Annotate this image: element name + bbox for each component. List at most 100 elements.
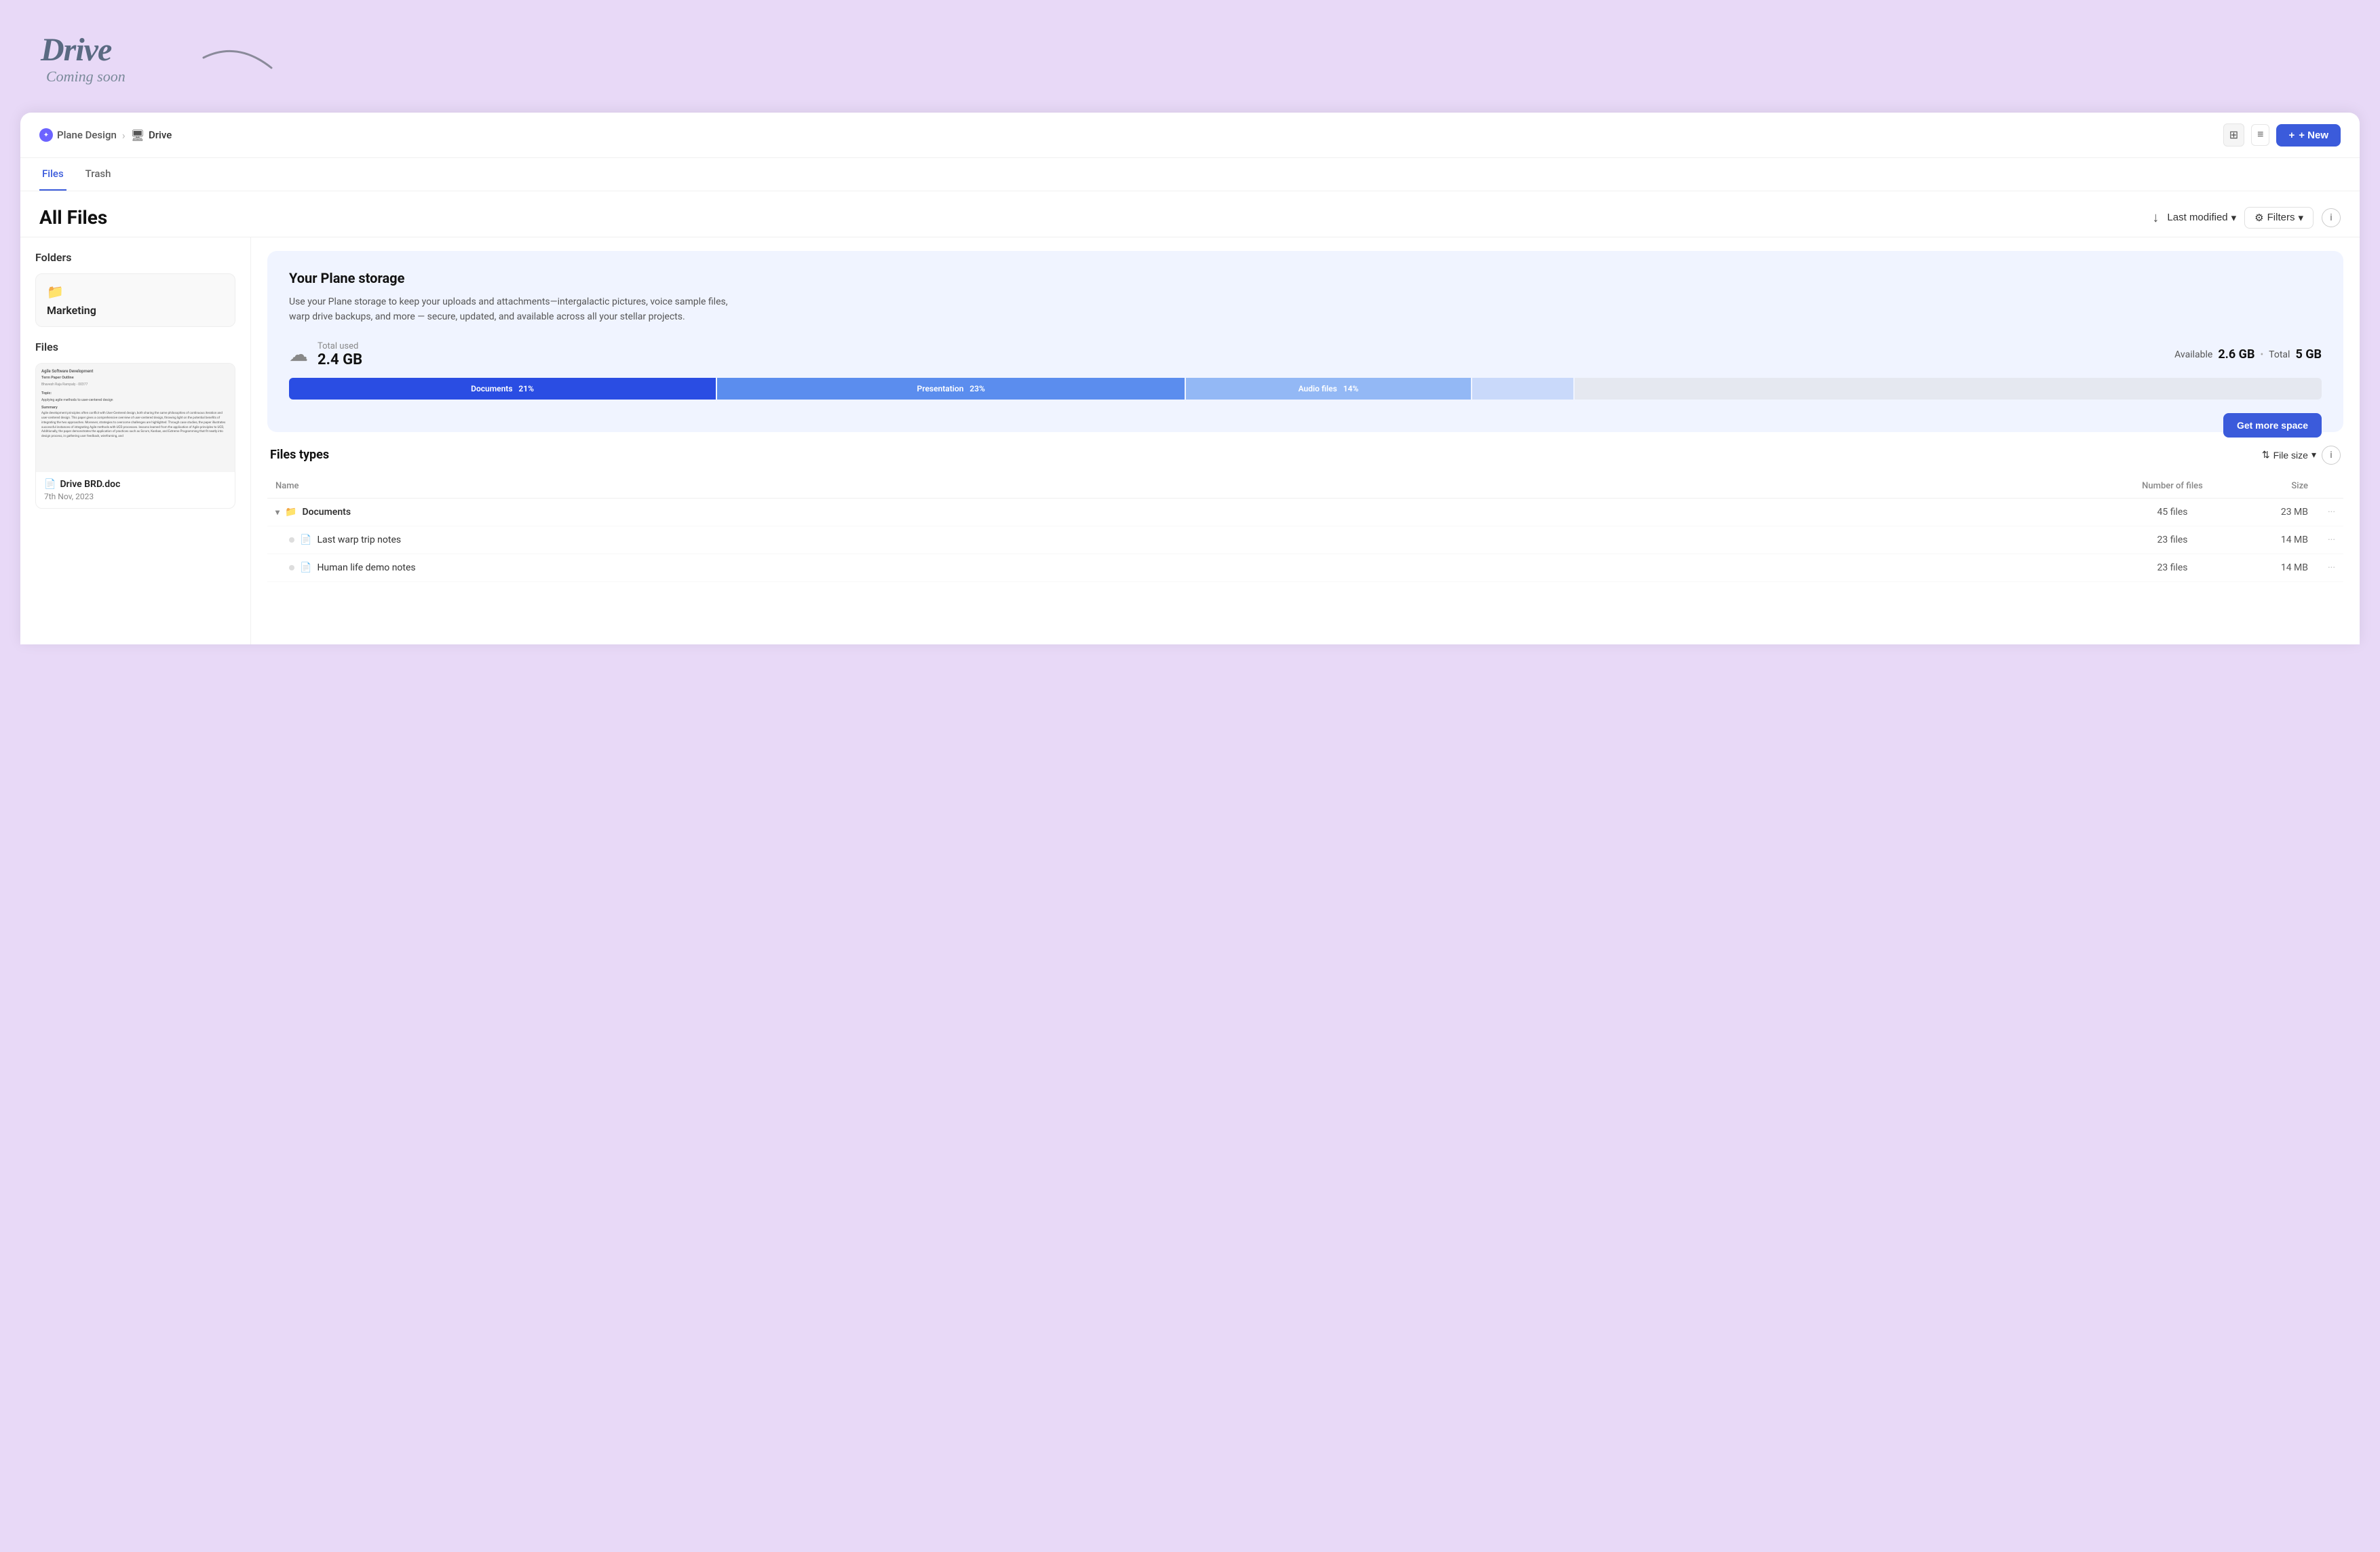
- filters-button[interactable]: ⚙ Filters ▾: [2244, 207, 2314, 229]
- drive-logo: Drive: [41, 34, 126, 66]
- workspace-icon: ✦: [39, 128, 53, 142]
- documents-more-button[interactable]: ···: [2308, 507, 2335, 518]
- table-row-documents[interactable]: ▾ 📁 Documents 45 files 23 MB ···: [267, 499, 2343, 526]
- nav-actions: ⊞ ≡ + + New: [2223, 123, 2341, 147]
- filters-chevron-icon: ▾: [2298, 212, 2303, 224]
- file-size-chevron-icon: ▾: [2311, 449, 2316, 461]
- file-info: 📄 Drive BRD.doc 7th Nov, 2023: [36, 472, 235, 508]
- storage-card: Your Plane storage Use your Plane storag…: [267, 251, 2343, 432]
- breadcrumb-separator: ›: [122, 129, 126, 142]
- file-types-header: Files types ⇅ File size ▾ i: [267, 446, 2343, 465]
- total-used-label: Total used: [318, 341, 362, 351]
- total-value: 5 GB: [2295, 347, 2322, 362]
- get-more-space-button[interactable]: Get more space: [2223, 413, 2322, 438]
- human-notes-more-button[interactable]: ···: [2308, 562, 2335, 573]
- new-button[interactable]: + + New: [2276, 124, 2341, 147]
- file-card-brd[interactable]: Agile Software Development Term Paper Ou…: [35, 363, 235, 509]
- bar-empty: [1575, 378, 2322, 400]
- folders-section-title: Folders: [35, 251, 235, 264]
- file-types-info-icon: i: [2330, 450, 2332, 461]
- drive-breadcrumb-label: Drive: [149, 129, 172, 141]
- human-notes-name: 📄 Human life demo notes: [275, 562, 2118, 573]
- sub-item-dot-icon-2: [289, 565, 294, 570]
- table-row-warp-notes[interactable]: 📄 Last warp trip notes 23 files 14 MB ··…: [267, 526, 2343, 554]
- total-label: Total: [2269, 349, 2290, 360]
- storage-used-row: ☁ Total used 2.4 GB Available 2.6 GB • T…: [289, 341, 2322, 368]
- human-notes-file-icon: 📄: [300, 562, 311, 573]
- folder-marketing[interactable]: 📁 Marketing: [35, 273, 235, 327]
- bar-audio: Audio files 14%: [1186, 378, 1470, 400]
- tab-files[interactable]: Files: [39, 158, 66, 191]
- swoosh-decoration: [197, 47, 278, 88]
- expand-chevron-icon[interactable]: ▾: [275, 507, 280, 517]
- drive-link[interactable]: 🖥 Drive: [131, 129, 172, 142]
- cloud-icon: ☁: [289, 343, 308, 366]
- storage-bar: Documents 21% Presentation 23% Audio fil…: [289, 378, 2322, 400]
- get-more-label: Get more space: [2237, 420, 2308, 431]
- table-header: Name Number of files Size: [267, 474, 2343, 499]
- col-name-header: Name: [275, 481, 2118, 491]
- grid-icon: ⊞: [2229, 128, 2238, 142]
- file-doc-icon: 📄: [44, 479, 56, 490]
- sub-item-dot-icon: [289, 537, 294, 543]
- warp-notes-file-count: 23 files: [2118, 535, 2227, 545]
- storage-title: Your Plane storage: [289, 270, 2322, 286]
- warp-notes-name: 📄 Last warp trip notes: [275, 535, 2118, 545]
- filter-icon: ⚙: [2254, 212, 2263, 224]
- bar-other: [1472, 378, 1574, 400]
- available-total-info: Available 2.6 GB • Total 5 GB: [2174, 347, 2322, 362]
- warp-notes-more-button[interactable]: ···: [2308, 535, 2335, 545]
- app-window: ✦ Plane Design › 🖥 Drive ⊞ ≡ + + Ne: [20, 113, 2360, 644]
- top-nav: ✦ Plane Design › 🖥 Drive ⊞ ≡ + + Ne: [20, 113, 2360, 158]
- warp-notes-file-icon: 📄: [300, 535, 311, 545]
- drive-branding: Drive Coming soon: [20, 20, 2360, 106]
- content-wrapper: Folders 📁 Marketing Files Agile Software…: [20, 237, 2360, 644]
- breadcrumb: ✦ Plane Design › 🖥 Drive: [39, 128, 172, 142]
- last-modified-label: Last modified: [2167, 212, 2227, 223]
- row-documents-name: ▾ 📁 Documents: [275, 507, 2118, 518]
- tab-trash[interactable]: Trash: [83, 158, 114, 191]
- warp-notes-size: 14 MB: [2227, 535, 2308, 545]
- sort-direction-icon[interactable]: ↓: [2152, 209, 2159, 226]
- header-actions: ↓ Last modified ▾ ⚙ Filters ▾ i: [2152, 207, 2341, 229]
- filters-label: Filters: [2267, 212, 2295, 223]
- file-types-info-button[interactable]: i: [2322, 446, 2341, 465]
- file-name: 📄 Drive BRD.doc: [44, 479, 227, 490]
- page-title: All Files: [39, 206, 107, 229]
- folder-icon: 📁: [47, 284, 224, 300]
- human-notes-size: 14 MB: [2227, 562, 2308, 573]
- last-modified-sort-button[interactable]: Last modified ▾: [2167, 212, 2236, 224]
- bar-documents: Documents 21%: [289, 378, 716, 400]
- list-icon: ≡: [2257, 129, 2263, 141]
- grid-view-button[interactable]: ⊞: [2223, 123, 2244, 147]
- page-header: All Files ↓ Last modified ▾ ⚙ Filters ▾ …: [20, 191, 2360, 237]
- workspace-link[interactable]: ✦ Plane Design: [39, 128, 117, 142]
- table-row-human-notes[interactable]: 📄 Human life demo notes 23 files 14 MB ·…: [267, 554, 2343, 582]
- list-view-button[interactable]: ≡: [2251, 124, 2269, 146]
- available-label: Available: [2174, 349, 2212, 360]
- available-value: 2.6 GB: [2218, 347, 2254, 362]
- file-preview: Agile Software Development Term Paper Ou…: [36, 364, 235, 472]
- coming-soon-label: Coming soon: [46, 68, 126, 85]
- total-used-value: 2.4 GB: [318, 351, 362, 368]
- storage-description: Use your Plane storage to keep your uplo…: [289, 294, 750, 325]
- documents-file-count: 45 files: [2118, 507, 2227, 518]
- documents-folder-icon: 📁: [285, 507, 296, 518]
- documents-label: Documents: [302, 507, 351, 518]
- col-files-header: Number of files: [2118, 481, 2227, 491]
- file-size-sort-button[interactable]: ⇅ File size ▾: [2262, 449, 2316, 461]
- left-panel: Folders 📁 Marketing Files Agile Software…: [20, 237, 251, 644]
- documents-size: 23 MB: [2227, 507, 2308, 518]
- files-section-title: Files: [35, 341, 235, 353]
- file-size-label: File size: [2273, 450, 2308, 461]
- file-date: 7th Nov, 2023: [44, 492, 227, 501]
- sort-icon: ⇅: [2262, 449, 2270, 461]
- info-button[interactable]: i: [2322, 208, 2341, 227]
- human-notes-file-count: 23 files: [2118, 562, 2227, 573]
- right-panel: Your Plane storage Use your Plane storag…: [251, 237, 2360, 644]
- drive-breadcrumb-icon: 🖥: [131, 129, 145, 142]
- workspace-name: Plane Design: [57, 129, 117, 141]
- bar-presentation: Presentation 23%: [717, 378, 1185, 400]
- file-types-title: Files types: [270, 448, 329, 462]
- plus-icon: +: [2288, 130, 2295, 141]
